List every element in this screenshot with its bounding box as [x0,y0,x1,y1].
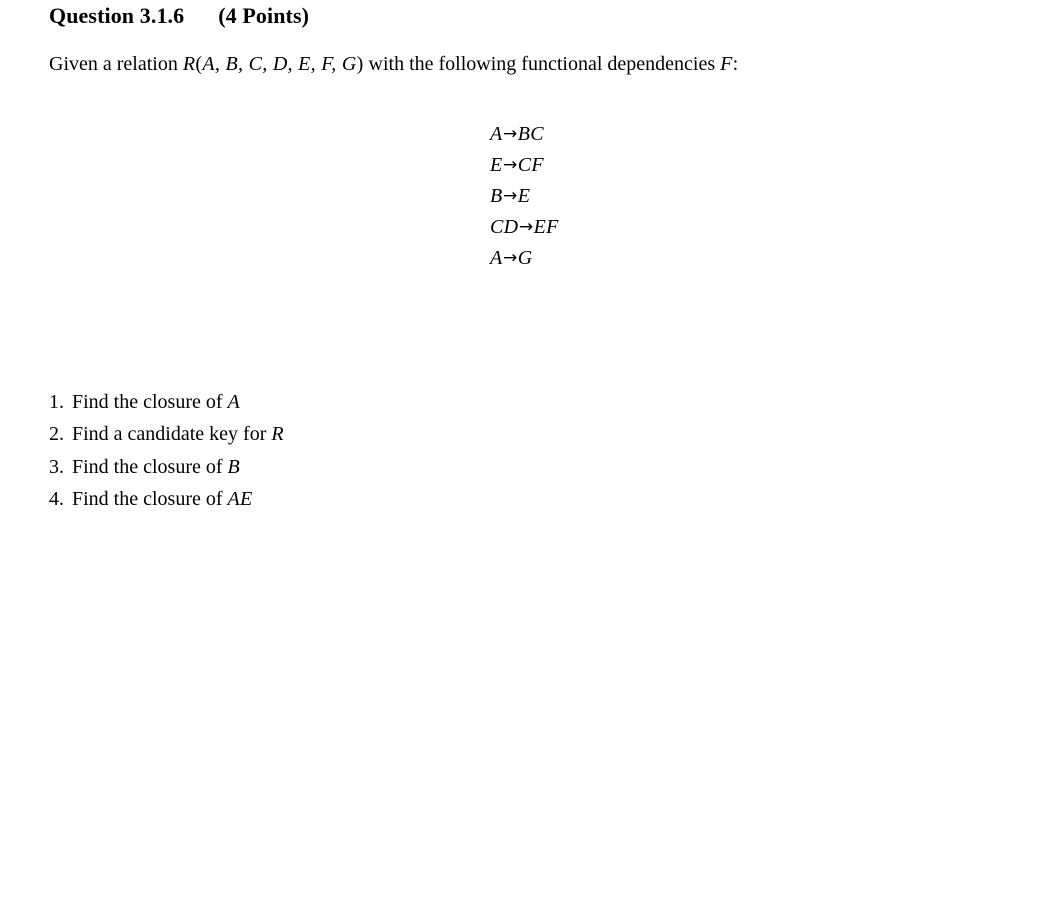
list-item-label: Find the closure of [72,455,228,478]
document-page: Question 3.1.6 (4 Points) Given a relatio… [0,0,1062,920]
list-item-label: Find the closure of [72,391,228,413]
fd-line: E→CF [490,150,559,181]
list-item-label: Find a candidate key for [72,423,272,446]
fd-line: CD→EF [490,212,559,243]
fd-line: B→E [490,181,559,212]
intro-colon: : [732,53,739,75]
fd-lhs: A [490,123,503,145]
fd-lhs: A [490,247,503,269]
fd-rhs: G [517,247,533,269]
task-list: 1. Find the closure of A 2. Find a candida… [49,386,649,516]
list-item: 4. Find the closure of AE [49,483,649,515]
fd-line: A→G [490,243,559,274]
fd-lhs: CD [490,216,519,238]
fd-lhs: B [490,185,503,207]
list-item-number: 3. [49,455,64,478]
rightarrow-icon: → [503,248,518,268]
relation-symbol: R [182,53,196,75]
list-item: 2. Find a candidate key for R [49,418,649,450]
rightarrow-icon: → [503,155,518,175]
list-item-symbol: AE [227,488,253,511]
list-item-number: 1. [49,391,64,413]
points-label: (4 Points) [218,3,310,28]
list-item-label: Find the closure of [72,488,228,511]
rightarrow-icon: → [518,217,534,237]
fd-rhs: E [517,185,531,207]
list-item-symbol: R [271,423,284,446]
rightarrow-icon: → [503,186,518,206]
list-item-symbol: A [227,391,241,413]
fd-set-symbol: F [720,53,733,75]
fd-rhs: BC [517,123,544,145]
list-item-number: 4. [49,488,64,511]
list-item-symbol: B [227,455,241,478]
fd-line: A→BC [490,119,559,150]
rightarrow-icon: → [503,124,518,144]
fd-lhs: E [490,154,503,176]
relation-close-paren: ) [356,53,364,75]
list-item: 3. Find the closure of B [49,451,649,483]
relation-attribute-list: A, B, C, D, E, F, G [202,53,357,75]
question-number-label: Question 3.1.6 [49,3,185,28]
list-item: 1. Find the closure of A [49,386,649,418]
list-item-number: 2. [49,423,64,446]
fd-rhs: CF [517,154,544,176]
intro-text-after-relation: with the following functional dependenci… [363,53,721,75]
page-title: Question 3.1.6 (4 Points) [49,2,309,30]
problem-statement: Given a relation R(A, B, C, D, E, F, G) … [49,51,738,77]
intro-text-before-relation: Given a relation [49,53,183,75]
functional-dependency-block: A→BC E→CF B→E CD→EF A→G [490,119,559,274]
fd-rhs: EF [533,216,559,238]
